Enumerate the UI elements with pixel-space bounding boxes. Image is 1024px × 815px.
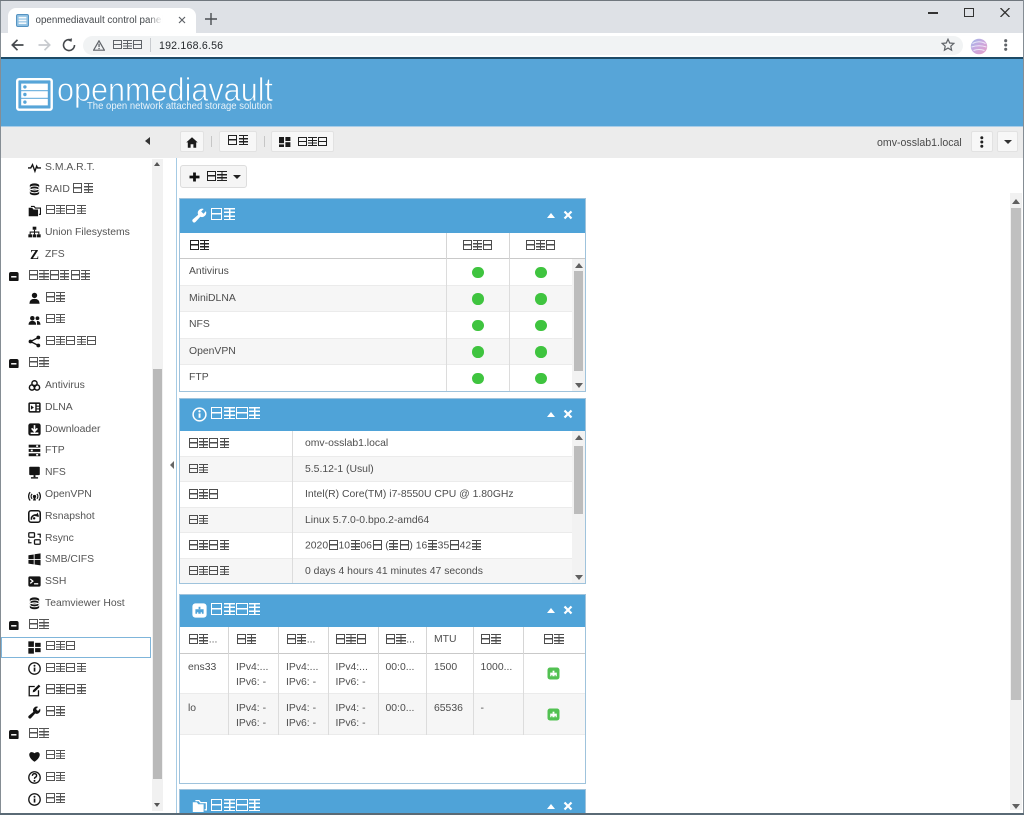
svg-text:Z: Z	[30, 248, 39, 261]
svg-text:The open network attached stor: The open network attached storage soluti…	[87, 101, 272, 112]
